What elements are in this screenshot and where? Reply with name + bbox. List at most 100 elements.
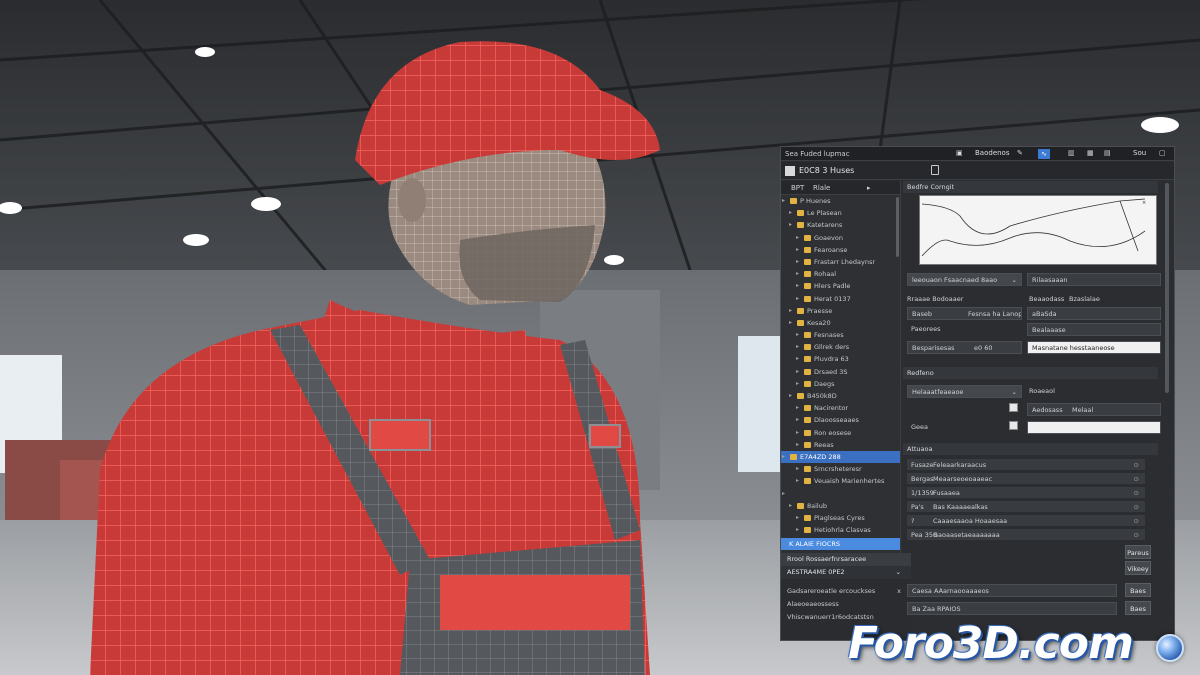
brush-icon[interactable]: ✎	[1017, 149, 1023, 157]
expand-arrow-icon[interactable]: ▸	[796, 232, 799, 244]
footer-row[interactable]: Caesa AAarnaooaaaeos	[907, 584, 1117, 597]
attribute-options-icon[interactable]: ⊙	[1134, 459, 1139, 471]
expand-arrow-icon[interactable]: ▸	[796, 378, 799, 390]
footer-button[interactable]: Baes	[1125, 601, 1151, 615]
tree-item[interactable]: ▸	[781, 488, 900, 500]
expand-arrow-icon[interactable]: ▸	[796, 439, 799, 451]
tree-item[interactable]: ▸ E7A4ZD 288	[781, 450, 900, 464]
toolbar-icon[interactable]: ▣	[956, 149, 963, 157]
expand-arrow-icon[interactable]: ▸	[789, 219, 792, 231]
page-icon[interactable]	[931, 165, 939, 175]
expand-arrow-icon[interactable]: ▸	[789, 317, 792, 329]
expand-arrow-icon[interactable]: ▸	[796, 414, 799, 426]
expand-arrow-icon[interactable]: ▸	[796, 512, 799, 524]
right-field[interactable]: aBaSda	[1027, 307, 1161, 320]
attribute-options-icon[interactable]: ⊙	[1134, 473, 1139, 485]
dropdown-tertiary[interactable]: Helaaatfeaeaoe ⌄	[907, 385, 1022, 398]
tree-item[interactable]: ▸ Hetiohrla Clasvas	[781, 524, 900, 536]
expand-arrow-icon[interactable]: ▸	[782, 488, 785, 500]
footer-button[interactable]: Baes	[1125, 583, 1151, 597]
expand-arrow-icon[interactable]: ▸	[789, 500, 792, 512]
expand-arrow-icon[interactable]: ▸	[796, 463, 799, 475]
attribute-row[interactable]: Pea 358 Gaoaasetaeaaaaaaa ⊙	[907, 529, 1145, 541]
tree-item-selected-bottom[interactable]: K ALAIE FIOCRS	[781, 538, 900, 551]
expand-arrow-icon[interactable]: ▸	[789, 305, 792, 317]
tree-item[interactable]: ▸ Plaglseas Cyres	[781, 512, 900, 524]
tree-item[interactable]: ▸ Rohaal	[781, 268, 900, 280]
attribute-row[interactable]: Pa's Bas Kaaaaealkas ⊙	[907, 501, 1145, 513]
section2-light-field[interactable]	[1027, 421, 1161, 434]
tree-header-col1[interactable]: BPT	[791, 184, 804, 192]
tree-item[interactable]: ▸ P Huenes	[781, 195, 900, 207]
expand-arrow-icon[interactable]: ▸	[796, 256, 799, 268]
tree-item[interactable]: ▸ Ron eosese	[781, 427, 900, 439]
checkbox[interactable]	[1009, 421, 1018, 430]
expand-arrow-icon[interactable]: ▸	[796, 402, 799, 414]
attribute-row[interactable]: Fusaze Feleaarkaraacus ⊙	[907, 459, 1145, 471]
attribute-row[interactable]: Bergas Meaarseoeoaaeac ⊙	[907, 473, 1145, 485]
attribute-row[interactable]: ? Caaaesaaoa Hoaaesaa ⊙	[907, 515, 1145, 527]
side-button[interactable]: Pareus	[1125, 545, 1151, 559]
section2-field[interactable]: Aedosass Melaal	[1027, 403, 1161, 416]
tree-item[interactable]: ▸ Herat 0137	[781, 293, 900, 305]
bottom-left-row[interactable]: Alaeoeaeossess	[781, 598, 911, 611]
tree-item[interactable]: ▸ Daegs	[781, 378, 900, 390]
expand-arrow-icon[interactable]: ▸	[796, 475, 799, 487]
dropdown-icon[interactable]: ⌄	[896, 566, 901, 579]
attribute-options-icon[interactable]: ⊙	[1134, 501, 1139, 513]
expand-arrow-icon[interactable]: ▸	[782, 451, 785, 463]
curve-editor[interactable]: ×	[919, 195, 1157, 265]
attribute-options-icon[interactable]: ⊙	[1134, 487, 1139, 499]
tree-item[interactable]: ▸ Goaevon	[781, 232, 900, 244]
expand-arrow-icon[interactable]: ▸	[796, 427, 799, 439]
tree-item[interactable]: ▸ Gllrek ders	[781, 341, 900, 353]
tree-item[interactable]: ▸ Dlaoosseaaes	[781, 414, 900, 426]
expand-arrow-icon[interactable]: ▸	[789, 207, 792, 219]
tree-item[interactable]: ▸ Veuaish Marienhertes	[781, 475, 900, 487]
tree-item[interactable]: ▸ Frastarr Lhedaynsr	[781, 256, 900, 268]
expand-arrow-icon[interactable]: ▸	[796, 293, 799, 305]
expand-arrow-icon[interactable]: ▸	[796, 280, 799, 292]
dropdown-secondary[interactable]: Rilaasaaan	[1027, 273, 1161, 286]
attribute-options-icon[interactable]: ⊙	[1134, 529, 1139, 541]
tree-scrollbar[interactable]	[896, 197, 899, 257]
tree-header-col2[interactable]: Rlale	[813, 184, 830, 192]
tree-item[interactable]: ▸ Pluvdra 63	[781, 353, 900, 365]
tree-item[interactable]: ▸ Drsaed 3S	[781, 366, 900, 378]
expand-arrow-icon[interactable]: ▸	[789, 390, 792, 402]
side-button[interactable]: Vikeey	[1125, 561, 1151, 575]
expand-arrow-icon[interactable]: ▸	[782, 195, 785, 207]
grid-icon[interactable]: ▥	[1068, 149, 1075, 157]
tree-item[interactable]: ▸ Praesse	[781, 305, 900, 317]
curve-mode-icon[interactable]: ∿	[1038, 149, 1050, 159]
menubar-right-label[interactable]: Baodenos	[975, 149, 1010, 157]
bottom-left-row[interactable]: Gadsareroeatle ercouckses x	[781, 585, 911, 598]
right-field[interactable]: Bealaaase	[1027, 323, 1161, 336]
tree-item[interactable]: ▸ B450k8D	[781, 390, 900, 402]
menubar-sou[interactable]: Sou	[1133, 149, 1146, 157]
numeric-field[interactable]: Besparisesas e0 60	[907, 341, 1022, 354]
expand-arrow-icon[interactable]: ▸	[796, 329, 799, 341]
tree-item[interactable]: ▸ Fesnases	[781, 329, 900, 341]
right-light-field[interactable]: Masnatane hesstaaneose	[1027, 341, 1161, 354]
expand-arrow-icon[interactable]: ▸	[796, 341, 799, 353]
grid2-icon[interactable]: ▦	[1087, 149, 1094, 157]
tree-item[interactable]: ▸ Le Plasean	[781, 207, 900, 219]
tree-item[interactable]: ▸ Hlers Padle	[781, 280, 900, 292]
attribute-options-icon[interactable]: ⊙	[1134, 515, 1139, 527]
checkbox[interactable]	[1009, 403, 1018, 412]
properties-scrollbar[interactable]	[1165, 183, 1169, 393]
expand-arrow-icon[interactable]: ▸	[796, 524, 799, 536]
tree-item[interactable]: ▸ Reeas	[781, 439, 900, 451]
expand-arrow-icon[interactable]: ▸	[796, 244, 799, 256]
footer-row[interactable]: Ba Zaa RPAIOS	[907, 602, 1117, 615]
chart-icon[interactable]: ▤	[1104, 149, 1111, 157]
text-field[interactable]: Baseb Fesnsa ha Lanop	[907, 307, 1022, 320]
remove-icon[interactable]: x	[897, 585, 901, 598]
filter-icon[interactable]: ▸	[867, 184, 871, 192]
tree-item[interactable]: ▸ Nacirentor	[781, 402, 900, 414]
tree-item[interactable]: ▸ Kesa20	[781, 317, 900, 329]
expand-arrow-icon[interactable]: ▸	[796, 366, 799, 378]
attribute-row[interactable]: 1/1359 Fusaaea ⊙	[907, 487, 1145, 499]
bottom-left-subheader[interactable]: AESTRA4ME 0PE2 ⌄	[781, 566, 911, 579]
